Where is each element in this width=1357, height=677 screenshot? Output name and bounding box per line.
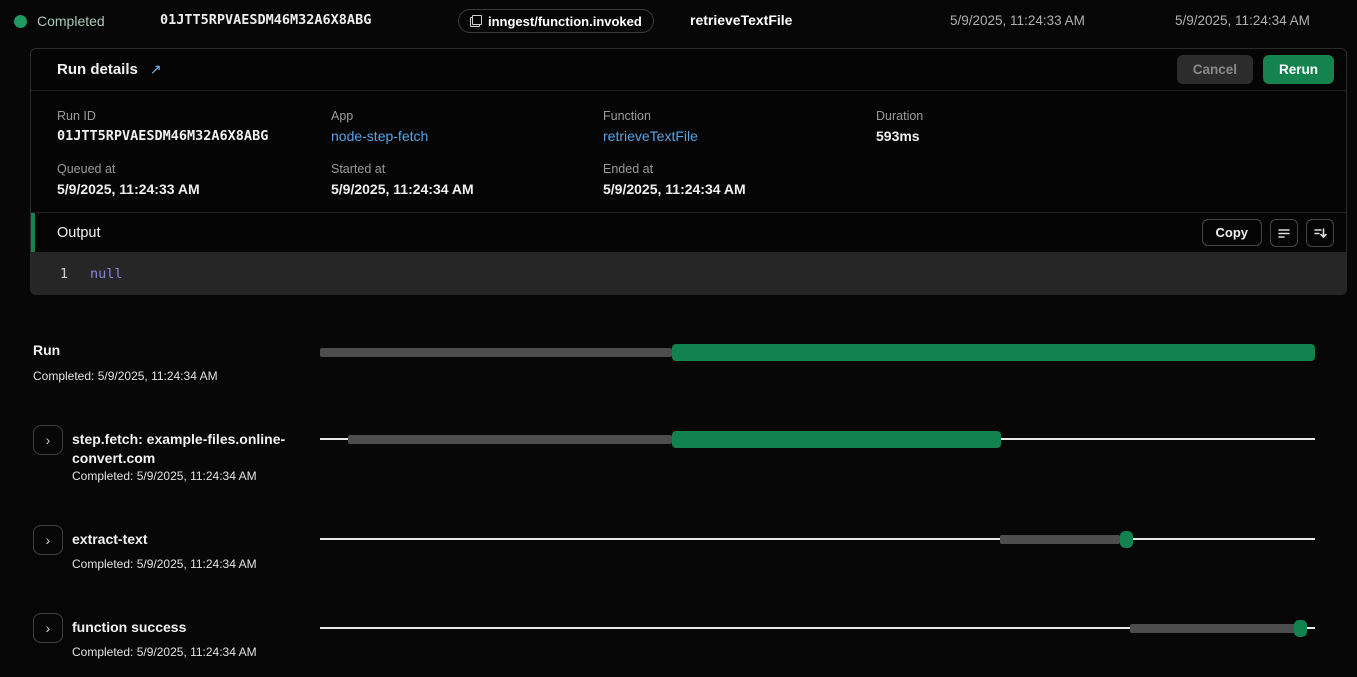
timeline-function-success-completed: Completed: 5/9/2025, 11:24:34 AM [72, 645, 257, 659]
field-label: Started at [331, 162, 603, 176]
duration-value: 593ms [876, 128, 1346, 144]
expand-function-success-button[interactable]: › [33, 613, 63, 643]
timeline-extract-text-completed: Completed: 5/9/2025, 11:24:34 AM [72, 557, 257, 571]
timeline-run-label: Run [33, 342, 60, 358]
timeline-bar-extract-text [320, 530, 1315, 548]
timeline-bar-function-success [320, 619, 1315, 637]
output-header: Output Copy [31, 212, 1346, 252]
field-label: Run ID [57, 109, 331, 123]
word-wrap-button[interactable] [1270, 219, 1298, 247]
status-dot-icon [14, 15, 27, 28]
timeline-step-fetch-label: step.fetch: example-files.online-convert… [72, 430, 317, 468]
cancel-button[interactable]: Cancel [1177, 55, 1253, 84]
field-run-id: Run ID 01JTT5RPVAESDM46M32A6X8ABG [57, 109, 331, 144]
field-function: Function retrieveTextFile [603, 109, 876, 144]
app-link[interactable]: node-step-fetch [331, 128, 603, 144]
timeline-run-completed: Completed: 5/9/2025, 11:24:34 AM [33, 369, 218, 383]
run-details-panel: Run details ↗ Cancel Rerun Run ID 01JTT5… [30, 48, 1347, 295]
topbar-started-timestamp: 5/9/2025, 11:24:34 AM [1175, 13, 1310, 28]
run-status: Completed [14, 13, 105, 29]
field-queued-at: Queued at 5/9/2025, 11:24:33 AM [57, 162, 331, 197]
output-accent-bar [31, 213, 35, 252]
field-label: Duration [876, 109, 1346, 123]
word-wrap-icon [1277, 226, 1291, 240]
code-line-number: 1 [31, 266, 68, 282]
timeline-segment-active [672, 431, 1000, 448]
field-label: Ended at [603, 162, 876, 176]
expand-step-fetch-button[interactable]: › [33, 425, 63, 455]
run-id-value: 01JTT5RPVAESDM46M32A6X8ABG [57, 128, 331, 144]
output-actions: Copy [1202, 219, 1335, 247]
timeline-segment-queued [1000, 535, 1120, 544]
event-name-badge[interactable]: inngest/function.invoked [458, 9, 654, 33]
timeline-extract-text-label: extract-text [72, 531, 147, 547]
panel-title: Run details [57, 61, 138, 78]
timeline-segment-active [672, 344, 1315, 361]
timeline-segment-queued [348, 435, 672, 444]
topbar-run-id: 01JTT5RPVAESDM46M32A6X8ABG [160, 12, 371, 28]
output-code-block[interactable]: 1 null [31, 252, 1346, 295]
queued-at-value: 5/9/2025, 11:24:33 AM [57, 181, 331, 197]
expand-extract-text-button[interactable]: › [33, 525, 63, 555]
copy-icon [470, 15, 482, 27]
timeline-bar-step-fetch [320, 430, 1315, 448]
output-title: Output [57, 225, 101, 241]
timeline-segment-line [320, 538, 1315, 540]
run-detail-grid: Run ID 01JTT5RPVAESDM46M32A6X8ABG App no… [31, 91, 1346, 197]
top-bar: Completed 01JTT5RPVAESDM46M32A6X8ABG inn… [0, 0, 1357, 42]
topbar-function-name: retrieveTextFile [690, 12, 792, 28]
timeline-step-fetch-completed: Completed: 5/9/2025, 11:24:34 AM [72, 469, 257, 483]
field-duration: Duration 593ms [876, 109, 1346, 144]
header-actions: Cancel Rerun [1177, 55, 1334, 84]
timeline-segment-queued [1130, 624, 1295, 633]
rerun-button[interactable]: Rerun [1263, 55, 1334, 84]
field-label: Queued at [57, 162, 331, 176]
timeline-function-success-label: function success [72, 619, 186, 635]
ended-at-value: 5/9/2025, 11:24:34 AM [603, 181, 876, 197]
topbar-queued-timestamp: 5/9/2025, 11:24:33 AM [950, 13, 1085, 28]
field-started-at: Started at 5/9/2025, 11:24:34 AM [331, 162, 603, 197]
field-label: Function [603, 109, 876, 123]
started-at-value: 5/9/2025, 11:24:34 AM [331, 181, 603, 197]
field-ended-at: Ended at 5/9/2025, 11:24:34 AM [603, 162, 876, 197]
external-link-icon[interactable]: ↗ [150, 61, 162, 78]
field-app: App node-step-fetch [331, 109, 603, 144]
event-badge-label: inngest/function.invoked [488, 14, 642, 29]
expand-lines-icon [1313, 226, 1327, 240]
timeline-segment-dot [1120, 531, 1133, 548]
code-null-value: null [90, 266, 123, 282]
status-label: Completed [37, 13, 105, 29]
timeline-segment-dot [1294, 620, 1307, 637]
copy-output-button[interactable]: Copy [1202, 219, 1263, 246]
function-link[interactable]: retrieveTextFile [603, 128, 876, 144]
field-label: App [331, 109, 603, 123]
expand-output-button[interactable] [1306, 219, 1334, 247]
timeline-bar-run [320, 343, 1315, 361]
run-details-header: Run details ↗ Cancel Rerun [31, 49, 1346, 91]
timeline-segment-queued [320, 348, 672, 357]
